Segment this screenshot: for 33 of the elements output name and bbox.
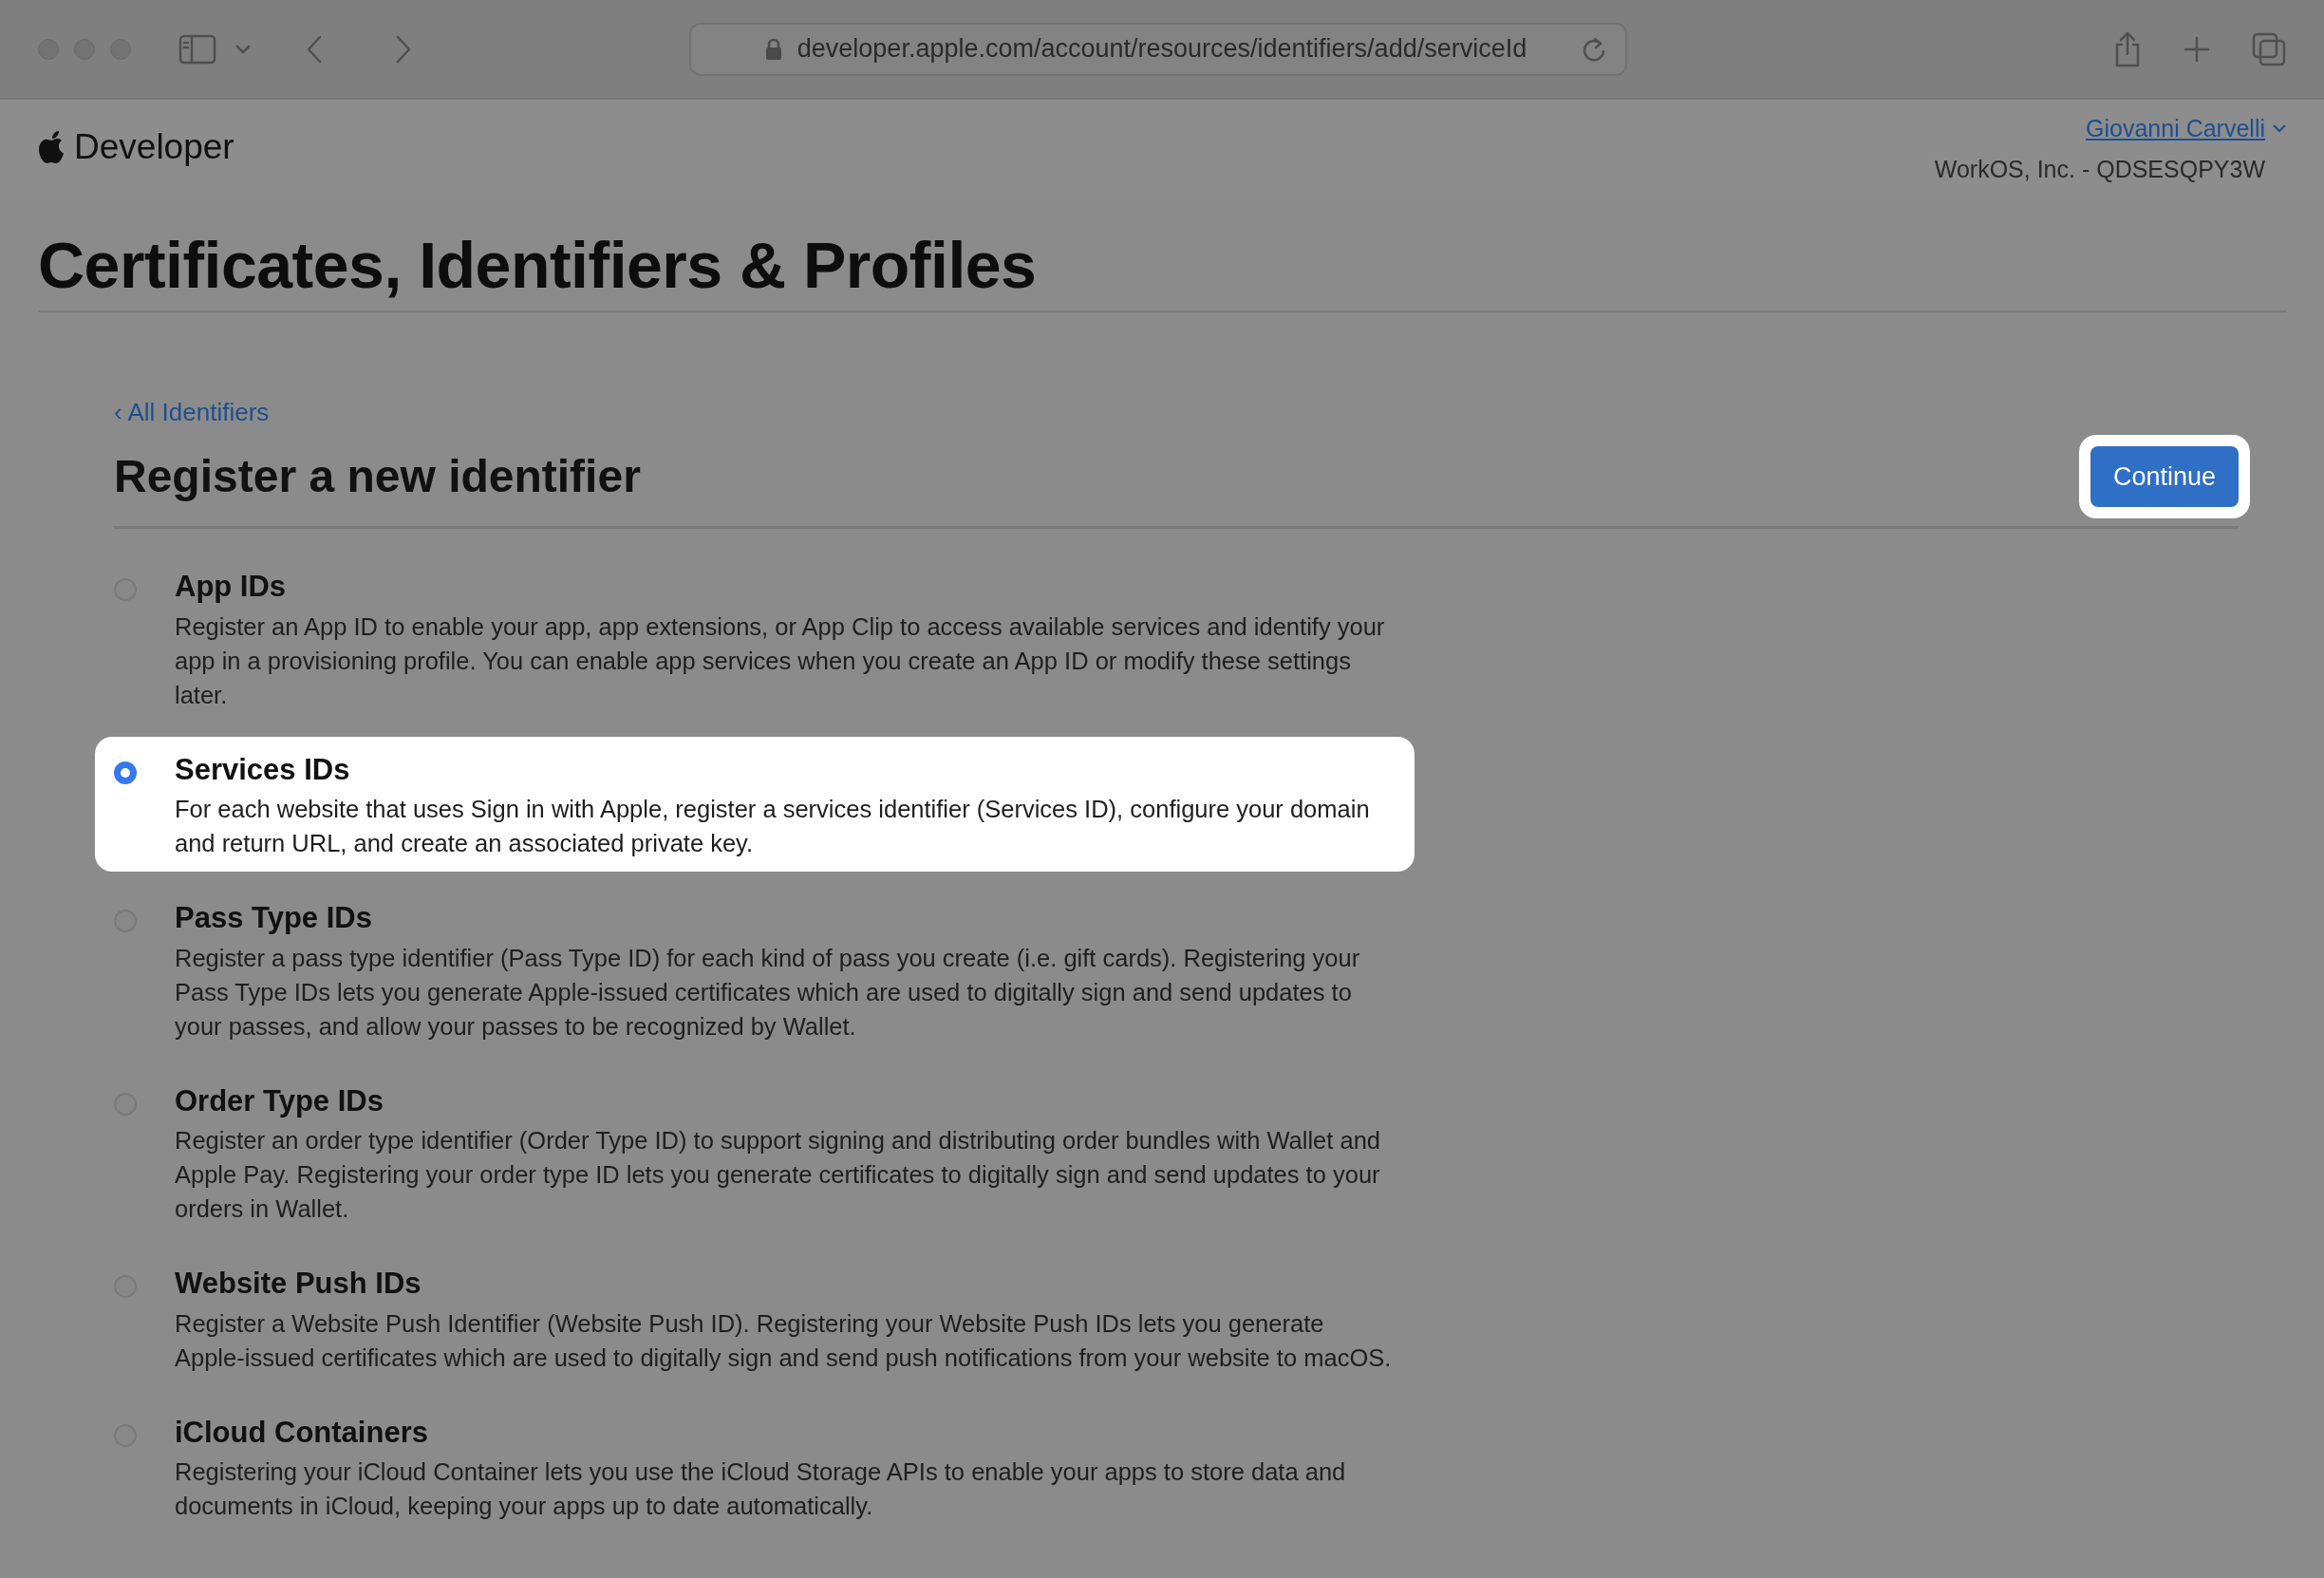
radio-button[interactable] [114,761,137,784]
option-title: iCloud Containers [175,1414,429,1451]
apple-icon[interactable] [38,130,66,164]
option-description: Register an App ID to enable your app, app extensions, or App Clip to access available services and identify your app in a provisioning profile. You can enable app services when you create an App ID or modify these settings later. [175,611,1386,710]
sidebar-icon[interactable] [178,33,216,65]
plus-icon[interactable] [2183,35,2210,63]
option-title: Website Push IDs [175,1266,422,1303]
back-icon[interactable] [306,34,323,64]
tabs-overview-icon[interactable] [2252,31,2286,66]
forward-icon[interactable] [395,34,412,64]
option-description: For each website that uses Sign in with Apple, register a services identifier (Services ID), configure your domain and return URL, and create an associated private key. [175,795,1371,859]
page-title: Certificates, Identifiers & Profiles [38,195,2286,312]
url-text: developer.apple.com/account/resources/identifiers/add/serviceId [797,33,1527,66]
back-link[interactable]: ‹ All Identifiers [114,393,270,431]
user-menu[interactable]: Giovanni Carvelli [2086,110,2286,146]
continue-button[interactable]: Continue [2090,445,2239,508]
option-description: Register a pass type identifier (Pass Type ID) for each kind of pass you create (i.e. gift cards). Registering your Pass Type IDs lets you generate Apple-issued certificates which are used to digitally sign and send updates to your passes, and allow your passes to be recognized by Wallet. [175,943,1361,1042]
section-title: Register a new identifier [114,450,641,504]
option-description: Register an order type identifier (Order Type ID) to support signing and distributing order bundles with Wallet and Apple Pay. Registering your order type ID lets you generate certificates to digitally sign and send updates to your orders in Wallet. [175,1126,1381,1225]
option-title: Order Type IDs [175,1082,384,1119]
lock-icon [764,37,782,61]
address-bar[interactable]: developer.apple.com/account/resources/identifiers/add/serviceId [689,22,1627,76]
option-description: Registering your iCloud Container lets you use the iCloud Storage APIs to enable your apps to store data and documents in iCloud, keeping your apps up to date automatically. [175,1457,1347,1522]
option-description: Register a Website Push Identifier (Website Push ID). Registering your Website Push IDs lets you generate Apple-issued certificates which are used to digitally sign and send push notifications from your website to macOS. [175,1308,1393,1373]
reload-icon[interactable] [1582,35,1606,63]
option-title: Pass Type IDs [175,900,373,937]
chevron-down-icon[interactable] [235,44,251,54]
option-title: App IDs [175,569,288,606]
share-icon[interactable] [2113,30,2142,67]
logo-text[interactable]: Developer [74,121,234,174]
team-name: WorkOS, Inc. - QDSESQPY3W [1934,155,2265,184]
chevron-down-icon [2273,123,2286,133]
option-title: Services IDs [175,751,351,788]
